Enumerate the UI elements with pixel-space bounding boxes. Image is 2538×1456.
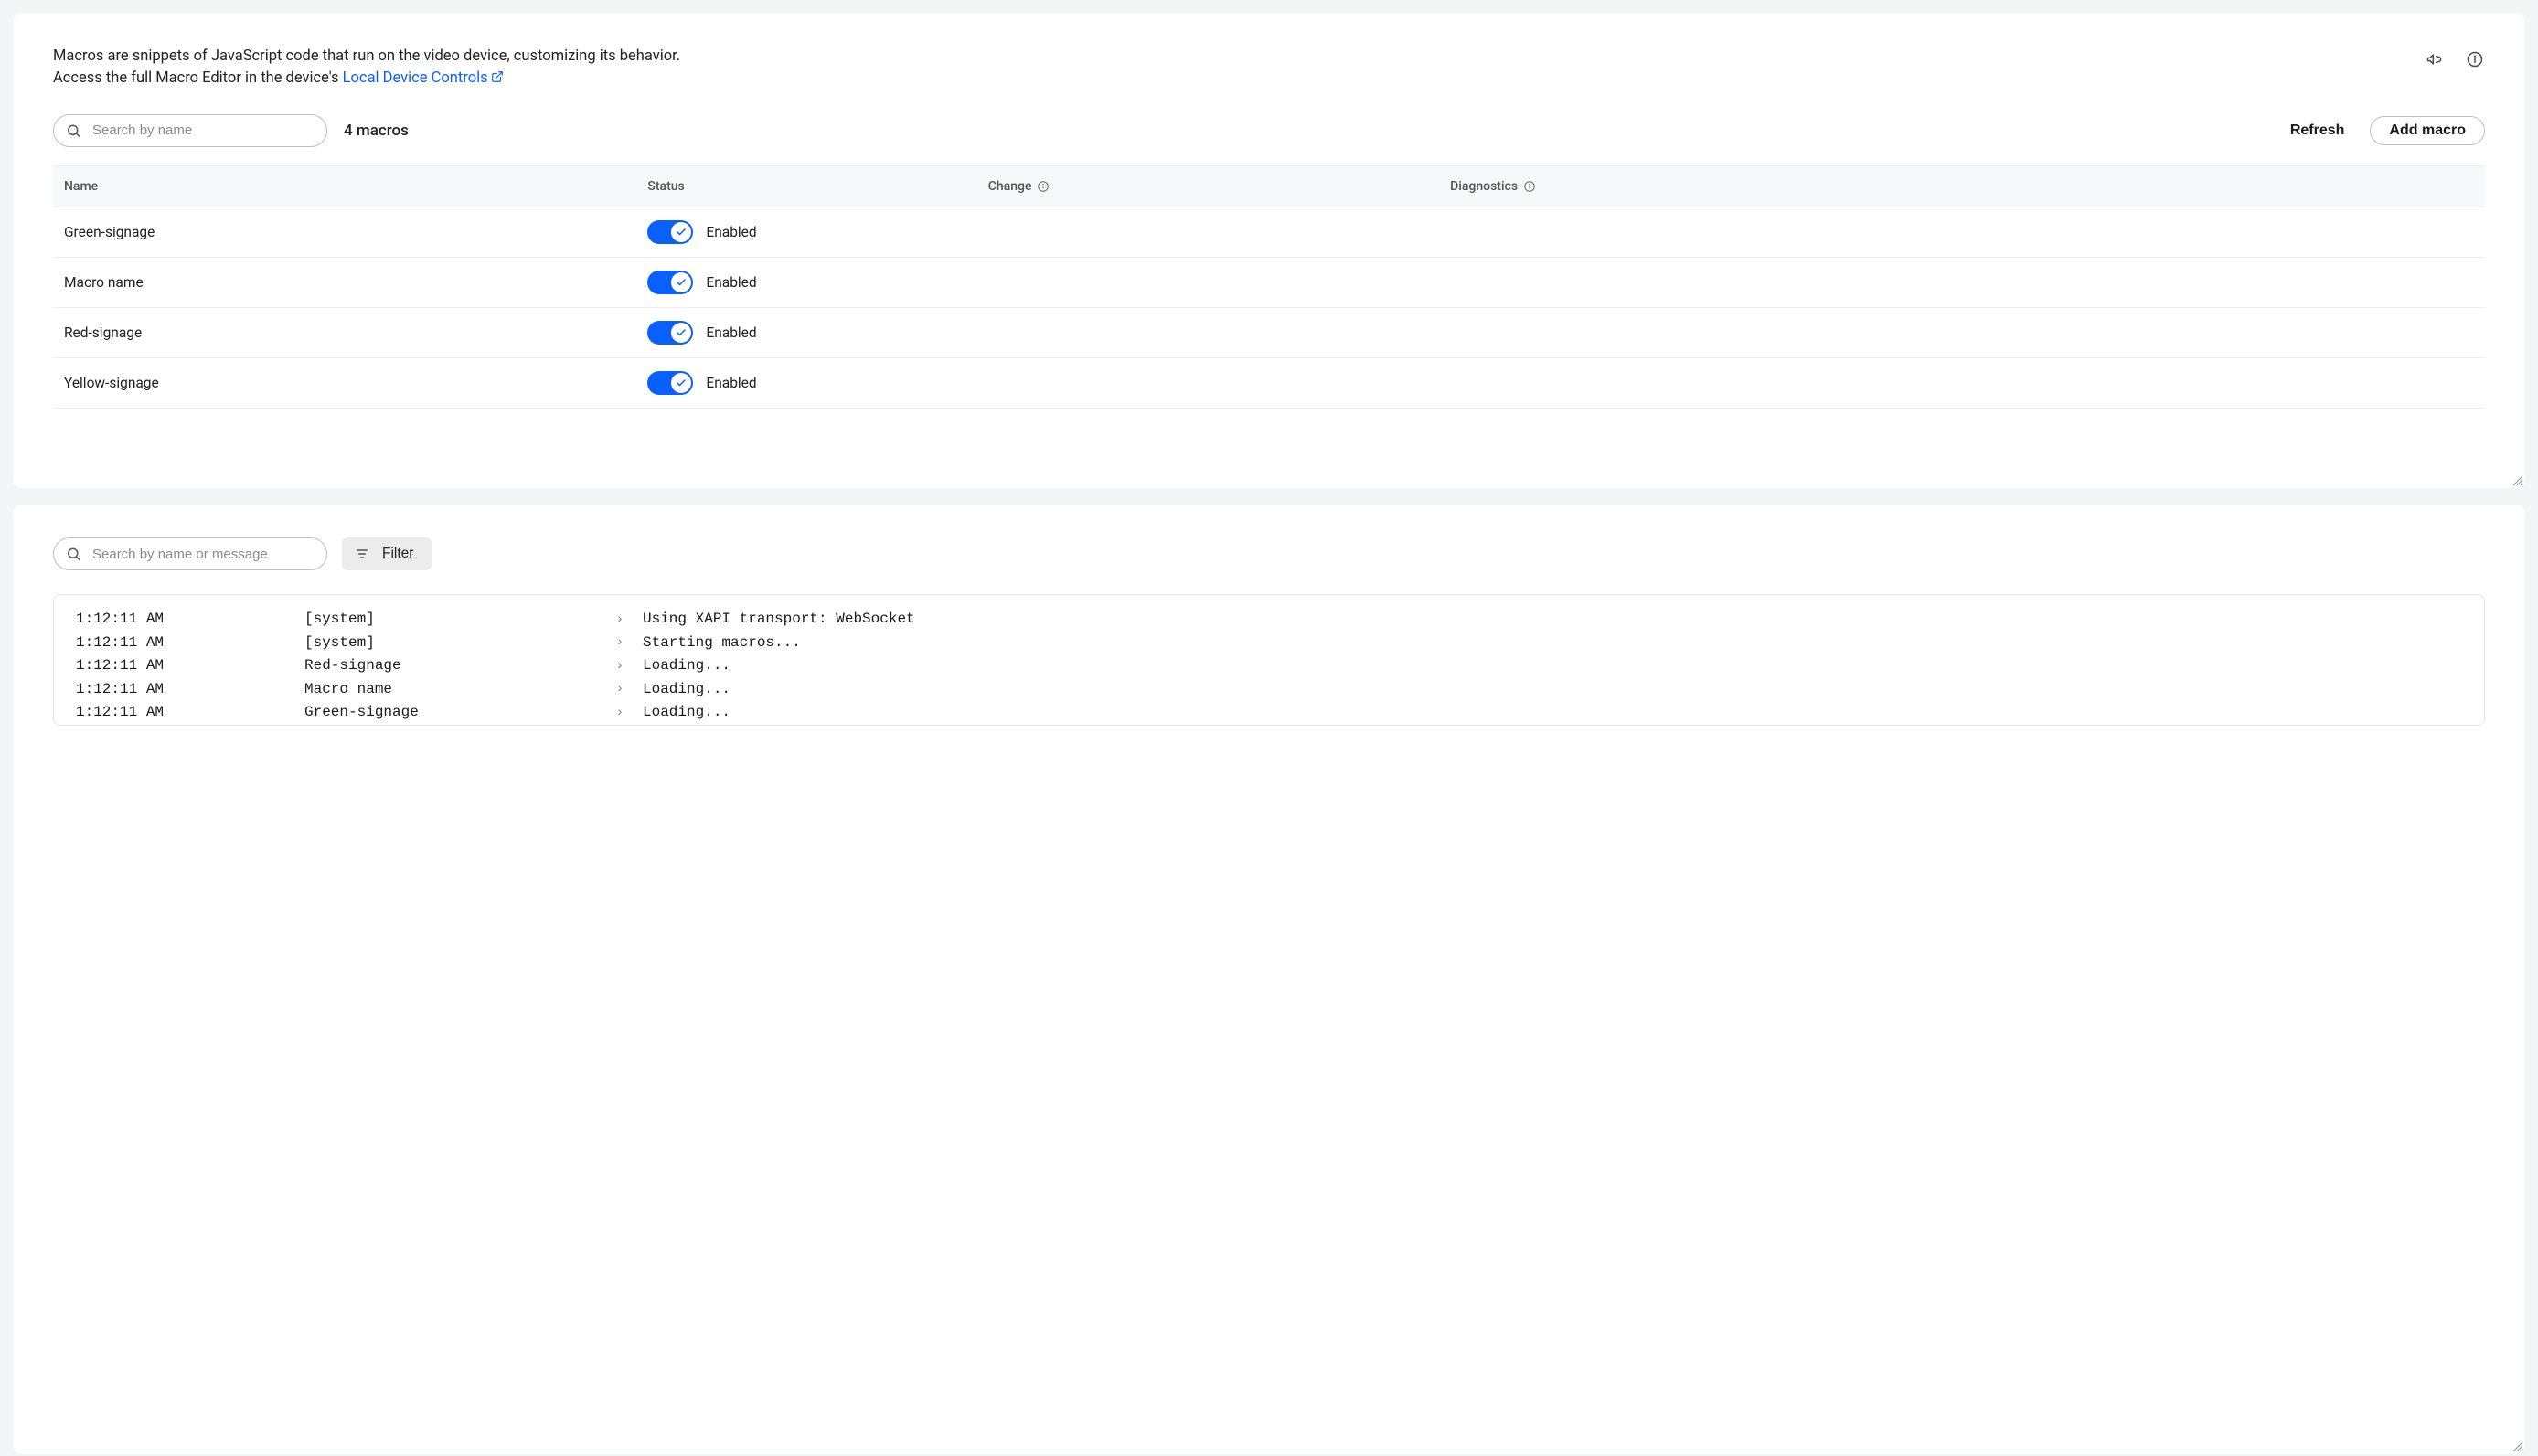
status-toggle[interactable] (647, 321, 693, 345)
local-device-controls-link[interactable]: Local Device Controls (343, 69, 504, 87)
table-row[interactable]: Red-signage Enabled (53, 307, 2485, 357)
log-message: Loading... (643, 654, 2462, 678)
log-output: 1:12:11 AM[system]›Using XAPI transport:… (53, 594, 2485, 726)
chevron-right-icon: › (597, 610, 643, 630)
info-icon[interactable] (1523, 180, 1536, 193)
status-label: Enabled (706, 224, 756, 240)
status-label: Enabled (706, 375, 756, 391)
info-icon[interactable] (2465, 49, 2485, 69)
log-row[interactable]: 1:12:11 AM[system]›Using XAPI transport:… (76, 608, 2462, 632)
log-message: Using XAPI transport: WebSocket (643, 608, 2462, 632)
filter-icon (355, 547, 369, 561)
log-time: 1:12:11 AM (76, 701, 304, 725)
logs-toolbar: Filter (53, 537, 2485, 570)
macro-change-cell (977, 257, 1439, 307)
col-status: Status (636, 165, 976, 207)
log-source: Green-signage (304, 701, 597, 725)
log-message: Starting macros... (643, 632, 2462, 655)
info-icon[interactable] (1037, 180, 1050, 193)
external-link-icon (491, 69, 504, 90)
col-diagnostics: Diagnostics (1439, 165, 2485, 207)
table-row[interactable]: Macro name Enabled (53, 257, 2485, 307)
col-change: Change (977, 165, 1439, 207)
log-row[interactable]: 1:12:11 AMRed-signage›Loading... (76, 654, 2462, 678)
intro-line2-prefix: Access the full Macro Editor in the devi… (53, 69, 343, 87)
col-name: Name (53, 165, 636, 207)
add-macro-button[interactable]: Add macro (2370, 116, 2485, 145)
macro-name-cell: Macro name (53, 257, 636, 307)
macro-status-cell: Enabled (636, 357, 976, 408)
log-source: [system] (304, 608, 597, 632)
macro-change-cell (977, 307, 1439, 357)
macro-change-cell (977, 357, 1439, 408)
filter-button[interactable]: Filter (342, 537, 432, 570)
macros-table: Name Status Change Diagnostics (53, 165, 2485, 409)
macro-diagnostics-cell (1439, 357, 2485, 408)
chevron-right-icon: › (597, 679, 643, 699)
log-source: [system] (304, 632, 597, 655)
log-message: Loading... (643, 678, 2462, 702)
intro-line1: Macros are snippets of JavaScript code t… (53, 48, 680, 65)
panel-header-actions (2425, 49, 2485, 69)
resize-handle-icon (2511, 1440, 2525, 1454)
status-toggle[interactable] (647, 271, 693, 294)
log-source: Macro name (304, 678, 597, 702)
search-input[interactable] (53, 114, 327, 147)
filter-label: Filter (382, 546, 413, 562)
refresh-button[interactable]: Refresh (2281, 117, 2354, 144)
macro-name-cell: Yellow-signage (53, 357, 636, 408)
link-text: Local Device Controls (343, 69, 488, 87)
chevron-right-icon: › (597, 632, 643, 653)
log-row[interactable]: 1:12:11 AMMacro name›Loading... (76, 678, 2462, 702)
log-time: 1:12:11 AM (76, 632, 304, 655)
status-label: Enabled (706, 274, 756, 291)
macro-diagnostics-cell (1439, 207, 2485, 257)
log-source: Red-signage (304, 654, 597, 678)
macros-toolbar: 4 macros Refresh Add macro (53, 114, 2485, 147)
search-icon (66, 547, 81, 562)
table-row[interactable]: Green-signage Enabled (53, 207, 2485, 257)
log-search-input[interactable] (53, 537, 327, 570)
log-time: 1:12:11 AM (76, 678, 304, 702)
macro-diagnostics-cell (1439, 257, 2485, 307)
status-toggle[interactable] (647, 220, 693, 244)
macro-count-label: 4 macros (344, 122, 409, 140)
search-icon (66, 122, 81, 138)
log-time: 1:12:11 AM (76, 608, 304, 632)
status-label: Enabled (706, 324, 756, 341)
log-time: 1:12:11 AM (76, 654, 304, 678)
logs-panel: Filter 1:12:11 AM[system]›Using XAPI tra… (13, 505, 2525, 1454)
macro-change-cell (977, 207, 1439, 257)
chevron-right-icon: › (597, 703, 643, 723)
macro-status-cell: Enabled (636, 207, 976, 257)
announcement-icon[interactable] (2425, 49, 2445, 69)
macro-name-cell: Red-signage (53, 307, 636, 357)
status-toggle[interactable] (647, 371, 693, 395)
search-wrap (53, 114, 327, 147)
resize-handle-icon (2511, 473, 2525, 488)
intro-text: Macros are snippets of JavaScript code t… (53, 46, 876, 90)
log-row[interactable]: 1:12:11 AM[system]›Starting macros... (76, 632, 2462, 655)
macro-status-cell: Enabled (636, 257, 976, 307)
chevron-right-icon: › (597, 656, 643, 676)
log-message: Loading... (643, 701, 2462, 725)
search-wrap-logs (53, 537, 327, 570)
table-row[interactable]: Yellow-signage Enabled (53, 357, 2485, 408)
macro-diagnostics-cell (1439, 307, 2485, 357)
macros-panel: Macros are snippets of JavaScript code t… (13, 13, 2525, 488)
log-row[interactable]: 1:12:11 AMGreen-signage›Loading... (76, 701, 2462, 725)
macro-name-cell: Green-signage (53, 207, 636, 257)
macro-status-cell: Enabled (636, 307, 976, 357)
